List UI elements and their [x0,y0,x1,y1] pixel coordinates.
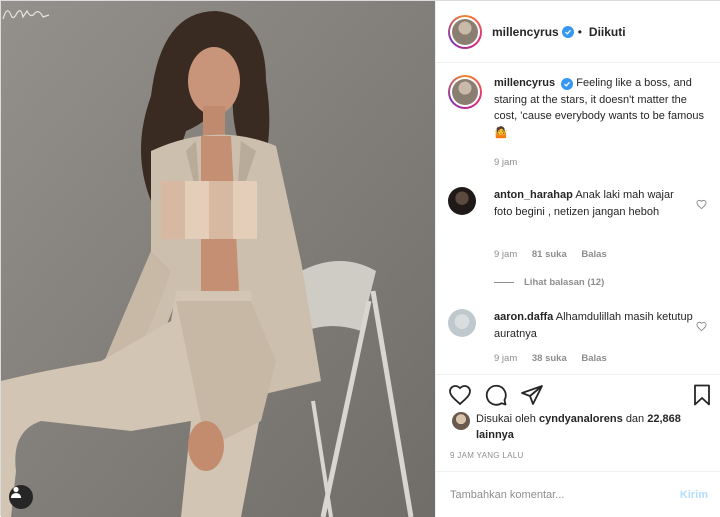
person-tag-icon [10,486,22,498]
shrug-emoji-icon: 🤷 [494,126,508,139]
follow-status-button[interactable]: Diikuti [589,25,626,39]
comment-body: anton_harahap Anak laki mah wajar foto b… [494,187,694,220]
commenter-username[interactable]: anton_harahap [494,189,573,201]
caption-username[interactable]: millencyrus [494,77,555,89]
reply-button[interactable]: Balas [581,353,606,364]
post-comment-button[interactable]: Kirim [680,489,708,501]
comment-body: aaron.daffa Alhamdulillah masih ketutup … [494,309,694,342]
instagram-post-window: millencyrus • Diikuti millencyrus Feelin… [0,0,720,517]
comment-item: anton_harahap Anak laki mah wajar foto b… [448,187,713,267]
view-replies-button[interactable]: Lihat balasan (12) [494,277,604,288]
comment-like-count[interactable]: 81 suka [532,249,567,260]
commenter-avatar[interactable] [448,309,476,337]
action-bar [436,375,720,415]
caption-body: millencyrus Feeling like a boss, and sta… [494,75,709,141]
likes-summary: Disukai oleh cyndyanalorens dan 22,868 l… [452,411,712,443]
comment-icon[interactable] [484,383,508,407]
liker-avatar[interactable] [452,412,470,430]
post-time-ago[interactable]: 9 JAM YANG LALU [450,451,524,460]
photo-illustration [1,1,435,517]
likes-joiner: dan [625,413,645,425]
comment-like-count[interactable]: 38 suka [532,353,567,364]
tag-button[interactable] [9,485,33,509]
reply-button[interactable]: Balas [581,249,606,260]
separator-dot: • [577,24,582,39]
comment-time: 9 jam [494,249,518,260]
view-replies-label: Lihat balasan (12) [524,277,605,288]
caption-avatar[interactable] [448,75,482,109]
commenter-avatar[interactable] [448,187,476,215]
comment-meta: 9 jam 38 suka Balas [494,353,619,364]
comment-heart-icon[interactable] [696,199,707,210]
caption-time: 9 jam [494,157,518,168]
comment-time: 9 jam [494,353,518,364]
comment-input[interactable] [450,488,680,501]
commenter-username[interactable]: aaron.daffa [494,311,553,323]
author-username[interactable]: millencyrus [492,25,559,39]
liker-username[interactable]: cyndyanalorens [539,413,623,425]
post-sidebar: millencyrus • Diikuti millencyrus Feelin… [435,1,720,517]
paper-plane-icon[interactable] [520,383,544,407]
post-header: millencyrus • Diikuti [436,1,720,63]
censor-pixelation [161,181,257,239]
bookmark-icon[interactable] [690,383,714,407]
post-photo[interactable] [1,1,435,517]
comment-heart-icon[interactable] [696,321,707,332]
photographer-signature [2,9,50,20]
caption-meta: 9 jam [494,157,529,168]
comment-composer: Kirim [436,471,720,517]
caption-item: millencyrus Feeling like a boss, and sta… [448,75,713,185]
heart-icon[interactable] [448,383,472,407]
author-avatar[interactable] [448,14,482,49]
verified-badge-icon [561,25,574,38]
comments-list[interactable]: millencyrus Feeling like a boss, and sta… [436,63,720,375]
comment-meta: 9 jam 81 suka Balas [494,249,619,260]
likes-prefix: Disukai oleh [476,413,536,425]
verified-badge-icon [561,78,574,90]
comment-item: aaron.daffa Alhamdulillah masih ketutup … [448,309,713,369]
